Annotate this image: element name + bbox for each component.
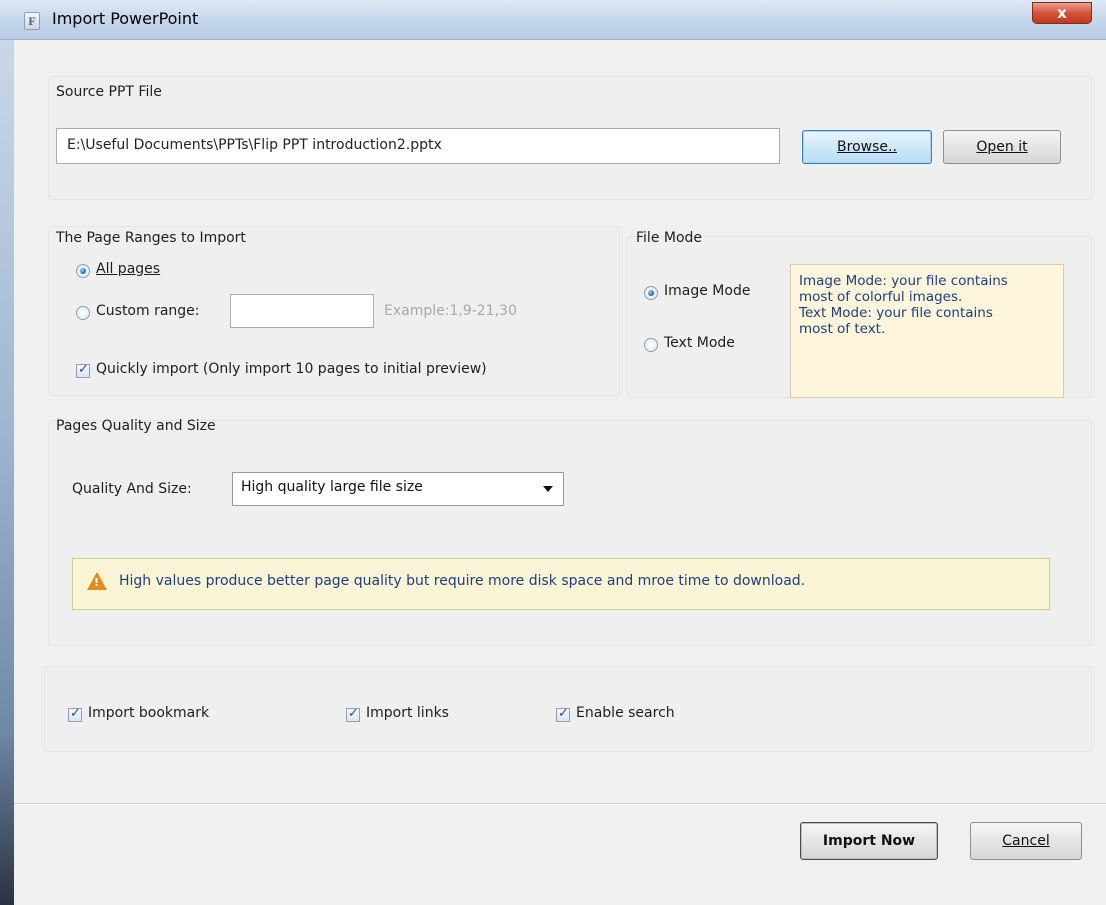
cancel-button[interactable]: Cancel <box>970 822 1082 860</box>
custom-range-example: Example:1,9-21,30 <box>384 303 517 319</box>
custom-range-label[interactable]: Custom range: <box>96 303 200 319</box>
info-line-2: most of colorful images. <box>799 289 963 305</box>
quality-group <box>48 420 1092 646</box>
import-bookmark-label[interactable]: Import bookmark <box>88 705 209 721</box>
import-now-button[interactable]: Import Now <box>800 822 938 860</box>
quick-import-checkbox[interactable] <box>76 362 90 378</box>
cancel-button-label: Cancel <box>1002 833 1050 849</box>
info-line-4: most of text. <box>799 321 886 337</box>
quality-select[interactable]: High quality large file size <box>232 472 564 506</box>
warning-icon: ! <box>87 572 107 590</box>
enable-search-label[interactable]: Enable search <box>576 705 675 721</box>
app-icon: F <box>24 12 40 30</box>
dialog-client-area: Source PPT File E:\Useful Documents\PPTs… <box>14 40 1106 905</box>
title-bar[interactable]: F Import PowerPoint x <box>0 0 1106 40</box>
open-it-button-label: Open it <box>976 139 1028 155</box>
chevron-down-icon <box>543 486 553 492</box>
browse-button[interactable]: Browse.. <box>802 130 932 164</box>
quality-warning: ! High values produce better page qualit… <box>72 558 1050 610</box>
close-button[interactable]: x <box>1032 2 1092 24</box>
window-frame-left <box>0 40 14 905</box>
file-mode-section-label: File Mode <box>636 230 703 246</box>
all-pages-label[interactable]: All pages <box>96 261 160 277</box>
footer-divider-highlight <box>14 804 1106 805</box>
all-pages-radio[interactable] <box>76 264 90 278</box>
import-bookmark-checkbox[interactable] <box>68 706 82 722</box>
image-mode-radio[interactable] <box>644 286 658 300</box>
close-icon: x <box>1057 4 1067 22</box>
text-mode-radio[interactable] <box>644 338 658 352</box>
window-title: Import PowerPoint <box>52 9 199 28</box>
custom-range-radio[interactable] <box>76 306 90 320</box>
file-path-input[interactable]: E:\Useful Documents\PPTs\Flip PPT introd… <box>56 128 780 164</box>
quick-import-label[interactable]: Quickly import (Only import 10 pages to … <box>96 361 487 377</box>
info-line-3: Text Mode: your file contains <box>799 305 993 321</box>
open-it-button[interactable]: Open it <box>943 130 1061 164</box>
image-mode-label[interactable]: Image Mode <box>664 283 750 299</box>
enable-search-checkbox[interactable] <box>556 706 570 722</box>
import-powerpoint-dialog: F Import PowerPoint x Source PPT File E:… <box>0 0 1106 905</box>
custom-range-input[interactable] <box>230 294 374 328</box>
source-section-label: Source PPT File <box>56 84 162 100</box>
page-ranges-section-label: The Page Ranges to Import <box>56 230 246 246</box>
import-links-checkbox[interactable] <box>346 706 360 722</box>
quality-field-label: Quality And Size: <box>72 481 192 497</box>
import-now-button-label: Import Now <box>822 833 916 849</box>
text-mode-label[interactable]: Text Mode <box>664 335 735 351</box>
quality-section-label: Pages Quality and Size <box>56 418 216 434</box>
import-links-label[interactable]: Import links <box>366 705 449 721</box>
browse-button-label: Browse.. <box>837 139 897 155</box>
file-mode-info-box: Image Mode: your file contains most of c… <box>790 264 1064 398</box>
warning-text: High values produce better page quality … <box>119 573 806 589</box>
info-line-1: Image Mode: your file contains <box>799 273 1008 289</box>
quality-selected-value: High quality large file size <box>241 479 423 495</box>
